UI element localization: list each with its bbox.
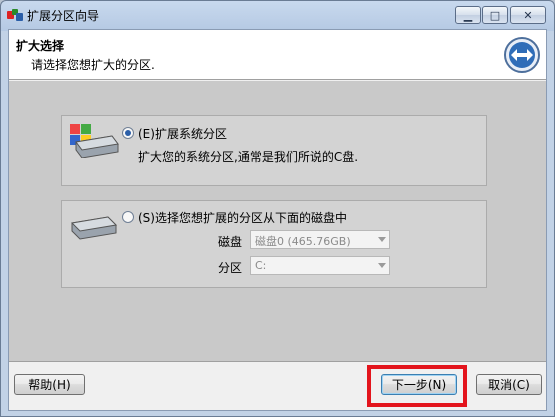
disk-select[interactable]: 磁盘0 (465.76GB) (250, 230, 390, 249)
wizard-header: 扩大选择 请选择您想扩大的分区. (9, 30, 546, 80)
wizard-body: (E)扩展系统分区 扩大您的系统分区,通常是我们所说的C盘. (S)选择您想扩展… (9, 81, 546, 361)
close-icon: ✕ (523, 8, 533, 22)
system-disk-icon (70, 124, 119, 158)
cancel-button[interactable]: 取消(C) (476, 374, 542, 395)
maximize-button[interactable]: □ (482, 6, 508, 24)
window-title: 扩展分区向导 (27, 9, 100, 23)
next-button[interactable]: 下一步(N) (381, 374, 457, 395)
minimize-button[interactable]: ▁ (455, 6, 481, 24)
option-system-partition[interactable]: (E)扩展系统分区 扩大您的系统分区,通常是我们所说的C盘. (61, 115, 487, 186)
disk-select-value: 磁盘0 (465.76GB) (255, 235, 351, 248)
page-subtitle: 请选择您想扩大的分区. (31, 58, 155, 72)
system-partition-description: 扩大您的系统分区,通常是我们所说的C盘. (138, 150, 359, 164)
wizard-client: 扩大选择 请选择您想扩大的分区. (E)扩展系统分区 扩大您的系统分区,通常是我… (8, 29, 547, 411)
system-partition-radio[interactable] (122, 127, 134, 139)
chevron-down-icon (378, 237, 386, 242)
chevron-down-icon (378, 263, 386, 268)
disk-icon (70, 216, 118, 240)
select-partition-radio[interactable] (122, 211, 134, 223)
expand-arrows-icon (504, 37, 540, 73)
page-title: 扩大选择 (16, 39, 65, 53)
maximize-icon: □ (489, 8, 501, 22)
wizard-footer: 帮助(H) 下一步(N) 取消(C) (9, 361, 546, 410)
title-bar: 扩展分区向导 ▁ □ ✕ (1, 1, 554, 31)
app-icon (7, 9, 23, 21)
partition-select[interactable]: C: (250, 256, 390, 275)
partition-label: 分区 (218, 261, 243, 275)
minimize-icon: ▁ (463, 8, 473, 22)
wizard-window: 扩展分区向导 ▁ □ ✕ 扩大选择 请选择您想扩大的分区. (E)扩展系统分区 … (0, 0, 555, 417)
option-select-partition[interactable]: (S)选择您想扩展的分区从下面的磁盘中 磁盘 磁盘0 (465.76GB) 分区… (61, 200, 487, 288)
disk-label: 磁盘 (218, 235, 243, 249)
partition-select-value: C: (255, 259, 267, 272)
select-partition-label[interactable]: (S)选择您想扩展的分区从下面的磁盘中 (138, 209, 347, 226)
help-button[interactable]: 帮助(H) (14, 374, 85, 395)
system-partition-label[interactable]: (E)扩展系统分区 (138, 125, 227, 142)
close-button[interactable]: ✕ (510, 6, 546, 24)
